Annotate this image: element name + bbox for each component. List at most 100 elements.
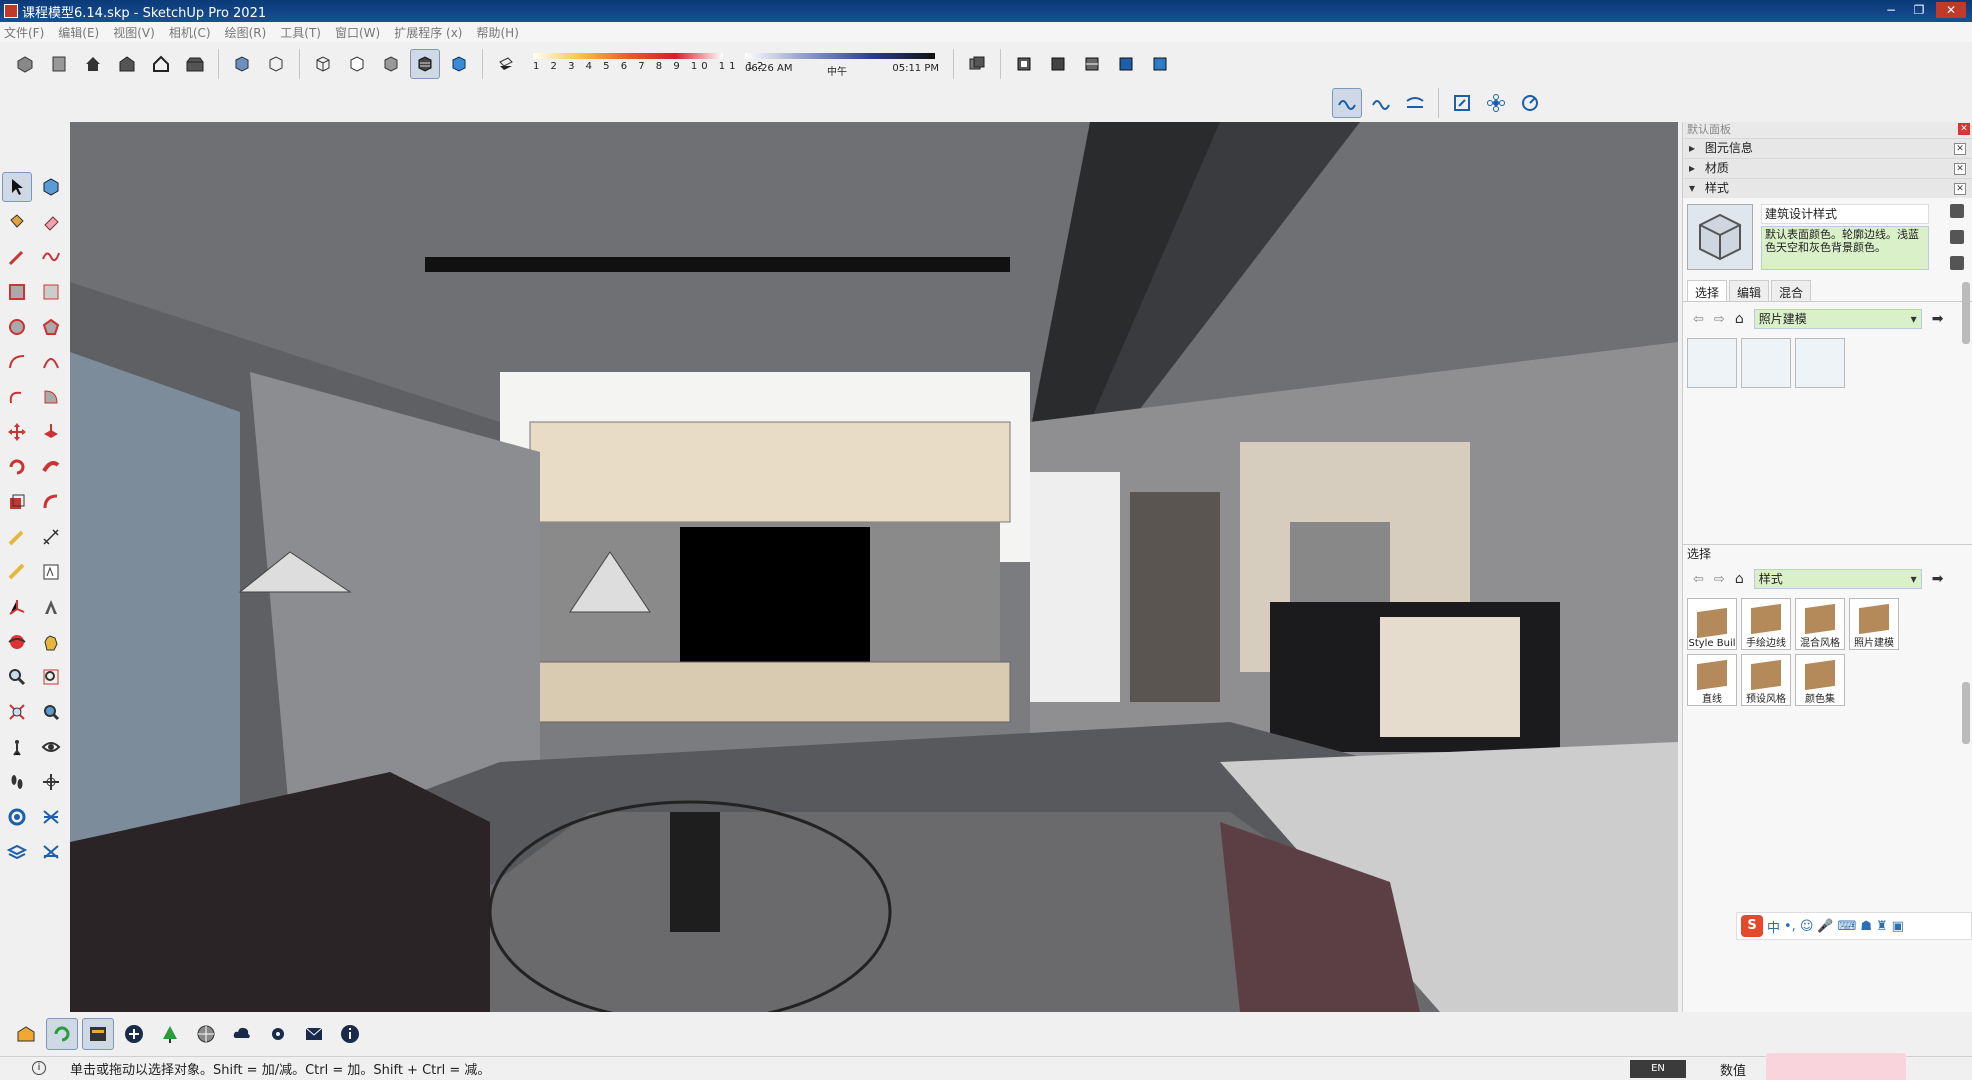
add-button[interactable] bbox=[118, 1018, 150, 1050]
microphone-icon[interactable]: 🎤 bbox=[1817, 919, 1833, 934]
library-dropdown-bottom[interactable]: 样式 ▾ bbox=[1753, 569, 1922, 589]
tray-section-materials[interactable]: ▸ 材质 ✕ bbox=[1683, 158, 1972, 178]
circle-tool[interactable] bbox=[2, 312, 32, 342]
right-view-button[interactable] bbox=[112, 49, 142, 79]
shadow-month-slider[interactable]: 1 2 3 4 5 6 7 8 9 10 11 12 bbox=[529, 47, 763, 81]
details-arrow-icon[interactable]: ➡ bbox=[1932, 571, 1944, 587]
style-folder[interactable]: 直线 bbox=[1687, 654, 1737, 706]
toolbox-icon[interactable]: ▣ bbox=[1892, 919, 1904, 934]
cloud-upload-button[interactable] bbox=[226, 1018, 258, 1050]
style-description-field[interactable]: 默认表面颜色。轮廓边线。浅蓝色天空和灰色背景颜色。 bbox=[1761, 226, 1929, 270]
wireframe-button[interactable] bbox=[308, 49, 338, 79]
follow-me-tool[interactable] bbox=[36, 452, 66, 482]
menu-camera[interactable]: 相机(C) bbox=[169, 24, 211, 41]
zoom-tool[interactable] bbox=[2, 662, 32, 692]
refresh-button[interactable] bbox=[1515, 88, 1545, 118]
save-style-icon[interactable] bbox=[1950, 204, 1964, 218]
move-tool[interactable] bbox=[2, 417, 32, 447]
rotate-tool[interactable] bbox=[2, 452, 32, 482]
intersect-tool[interactable] bbox=[36, 802, 66, 832]
rectangle-tool[interactable] bbox=[2, 277, 32, 307]
sandbox-tool-2[interactable] bbox=[1043, 49, 1073, 79]
info-button[interactable] bbox=[334, 1018, 366, 1050]
pie-tool[interactable] bbox=[36, 382, 66, 412]
tape-measure-tool[interactable] bbox=[2, 522, 32, 552]
menu-edit[interactable]: 编辑(E) bbox=[58, 24, 99, 41]
library-dropdown-top[interactable]: 照片建模 ▾ bbox=[1753, 309, 1922, 329]
tab-edit[interactable]: 编辑 bbox=[1729, 280, 1770, 301]
style-folder[interactable]: Style Buil bbox=[1687, 598, 1737, 650]
menu-draw[interactable]: 绘图(R) bbox=[225, 24, 267, 41]
style-folder[interactable]: 手绘边线 bbox=[1741, 598, 1791, 650]
section-close-icon[interactable]: ✕ bbox=[1954, 183, 1966, 195]
back-arrow-icon[interactable]: ⇦ bbox=[1693, 572, 1704, 587]
select-tool[interactable] bbox=[2, 172, 32, 202]
punctuation-icon[interactable]: •, bbox=[1784, 919, 1796, 934]
dimension-tool[interactable] bbox=[36, 522, 66, 552]
make-component-tool[interactable] bbox=[36, 172, 66, 202]
shaded-textures-button[interactable] bbox=[410, 49, 440, 79]
sandbox-tool-5[interactable] bbox=[1145, 49, 1175, 79]
style-thumbnail-item[interactable] bbox=[1795, 338, 1845, 388]
drape-button[interactable] bbox=[1400, 88, 1430, 118]
menu-view[interactable]: 视图(V) bbox=[113, 24, 155, 41]
push-pull-tool[interactable] bbox=[36, 417, 66, 447]
ime-logo[interactable]: S bbox=[1741, 915, 1763, 937]
freehand-tool[interactable] bbox=[36, 242, 66, 272]
minimize-button[interactable]: − bbox=[1880, 2, 1902, 18]
shadows-toggle-button[interactable] bbox=[491, 49, 521, 79]
stamp-button[interactable] bbox=[1366, 88, 1396, 118]
3d-text-tool[interactable] bbox=[36, 592, 66, 622]
top-view-button[interactable] bbox=[44, 49, 74, 79]
look-around-tool[interactable] bbox=[36, 732, 66, 762]
section-close-icon[interactable]: ✕ bbox=[1954, 143, 1966, 155]
smoove-button[interactable] bbox=[1332, 88, 1362, 118]
menu-tools[interactable]: 工具(T) bbox=[280, 24, 321, 41]
scale-button[interactable] bbox=[1447, 88, 1477, 118]
rotated-rectangle-tool[interactable] bbox=[36, 277, 66, 307]
ime-mode[interactable]: 中 bbox=[1767, 917, 1780, 936]
previous-view-tool[interactable] bbox=[36, 697, 66, 727]
user-icon[interactable]: ☗ bbox=[1860, 919, 1872, 934]
tray-scrollbar-top[interactable] bbox=[1962, 282, 1970, 344]
tab-select[interactable]: 选择 bbox=[1687, 280, 1728, 301]
sandbox-tool-4[interactable] bbox=[1111, 49, 1141, 79]
model-viewport[interactable] bbox=[70, 122, 1678, 1012]
forward-arrow-icon[interactable]: ⇨ bbox=[1714, 572, 1725, 587]
maximize-button[interactable]: ❐ bbox=[1908, 2, 1930, 18]
warehouse-button[interactable] bbox=[10, 1018, 42, 1050]
layout-button[interactable] bbox=[82, 1018, 114, 1050]
style-thumbnail-item[interactable] bbox=[1687, 338, 1737, 388]
style-folder[interactable]: 颜色集 bbox=[1795, 654, 1845, 706]
tree-button[interactable] bbox=[154, 1018, 186, 1050]
walk-tool[interactable] bbox=[2, 767, 32, 797]
menu-file[interactable]: 文件(F) bbox=[4, 24, 44, 41]
line-tool[interactable] bbox=[2, 242, 32, 272]
measurements-input[interactable] bbox=[1766, 1053, 1906, 1080]
protractor-tool[interactable] bbox=[2, 557, 32, 587]
extension-settings-button[interactable] bbox=[262, 1018, 294, 1050]
status-info-icon[interactable]: i bbox=[32, 1061, 46, 1075]
keyboard-icon[interactable]: ⌨ bbox=[1838, 919, 1857, 934]
arc-tool[interactable] bbox=[2, 347, 32, 377]
language-indicator[interactable]: EN bbox=[1630, 1060, 1686, 1078]
paint-bucket-tool[interactable] bbox=[2, 207, 32, 237]
section-close-icon[interactable]: ✕ bbox=[1954, 163, 1966, 175]
three-point-arc-tool[interactable] bbox=[2, 382, 32, 412]
back-view-button[interactable] bbox=[146, 49, 176, 79]
iso-view-button[interactable] bbox=[10, 49, 40, 79]
orbit-tool[interactable] bbox=[2, 627, 32, 657]
details-arrow-icon[interactable]: ➡ bbox=[1932, 311, 1944, 327]
menu-help[interactable]: 帮助(H) bbox=[476, 24, 518, 41]
xray-button[interactable] bbox=[227, 49, 257, 79]
create-style-icon[interactable] bbox=[1950, 230, 1964, 244]
polygon-tool[interactable] bbox=[36, 312, 66, 342]
text-tool[interactable] bbox=[36, 557, 66, 587]
style-folder[interactable]: 混合风格 bbox=[1795, 598, 1845, 650]
home-icon[interactable]: ⌂ bbox=[1735, 311, 1744, 327]
layers-tool[interactable] bbox=[2, 837, 32, 867]
scale-tool[interactable] bbox=[2, 487, 32, 517]
two-point-arc-tool[interactable] bbox=[36, 347, 66, 377]
tray-close-icon[interactable]: ✕ bbox=[1958, 123, 1970, 135]
shaded-button[interactable] bbox=[376, 49, 406, 79]
